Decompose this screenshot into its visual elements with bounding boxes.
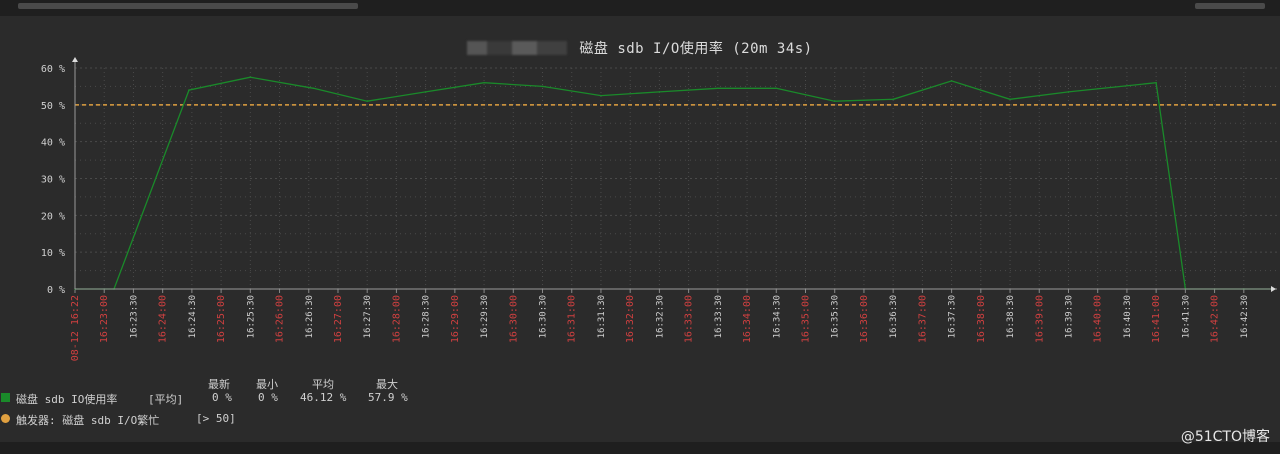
toolbar-redacted-text [18,3,358,9]
data-point [833,100,836,102]
x-tick-label: 16:38:30 [1006,295,1016,338]
x-tick-label: 16:26:30 [305,295,315,338]
y-tick-label: 60 % [41,64,65,75]
x-tick-label: 16:37:00 [917,295,928,343]
bottom-bar [0,442,1280,454]
x-tick-label: 08-12 16:22 [70,295,81,361]
x-tick-label: 16:29:00 [450,295,461,343]
data-point [600,94,602,97]
x-tick-label: 16:25:30 [246,295,256,338]
data-point [775,87,778,90]
x-tick-label: 16:29:30 [480,295,490,338]
x-tick-label: 16:24:30 [188,295,198,338]
x-tick-label: 16:31:30 [597,295,607,338]
trigger-color-dot [1,414,10,423]
legend-header-max: 最大 [376,378,398,391]
x-tick-label: 16:30:00 [508,295,519,343]
x-tick-label: 16:38:00 [976,295,987,343]
data-point [950,80,953,82]
legend-header-avg: 平均 [312,378,334,391]
data-point [892,98,894,101]
legend-series-func: [平均] [148,393,184,406]
data-point [658,91,661,93]
data-point [1009,98,1011,101]
x-tick-label: 16:30:30 [539,295,549,338]
x-axis-arrow [1271,286,1276,292]
chart-axes [72,57,1277,292]
x-tick-label: 16:35:30 [831,295,841,338]
data-point [541,85,544,88]
y-tick-label: 40 % [41,138,65,149]
chart-legend: 最新 最小 平均 最大 磁盘 sdb IO使用率 [平均] 0 % 0 % 46… [0,374,600,434]
data-point [366,100,369,102]
data-point [249,76,252,79]
legend-series-latest: 0 % [212,391,232,404]
x-axis-ticks: 08-12 16:22 16:23:00 16:23:30 16:24:00 16:24… [70,289,1250,361]
x-tick-label: 16:33:30 [714,295,724,338]
x-tick-label: 16:34:00 [742,295,753,343]
y-tick-label: 0 % [47,285,65,296]
data-point [1155,81,1157,84]
data-point [188,89,190,91]
toolbar-redacted-controls [1195,3,1265,9]
data-point [1067,91,1070,93]
x-tick-label: 16:26:00 [275,295,286,343]
top-toolbar [0,0,1280,16]
y-tick-label: 10 % [41,248,65,259]
y-tick-label: 20 % [41,211,65,222]
x-tick-label: 16:36:00 [859,295,870,343]
y-axis-arrow [72,57,78,62]
x-tick-label: 16:40:30 [1123,295,1133,338]
data-point [312,87,315,90]
series-color-swatch [1,393,10,402]
legend-series-label: 磁盘 sdb IO使用率 [16,393,118,406]
legend-series-max: 57.9 % [368,391,408,404]
x-tick-label: 16:35:00 [801,295,812,343]
x-tick-label: 16:23:00 [99,295,110,343]
x-tick-label: 16:40:00 [1093,295,1104,343]
x-tick-label: 16:34:30 [772,295,782,338]
legend-trigger-label: 触发器: 磁盘 sdb I/O繁忙 [16,414,160,427]
legend-series-avg: 46.12 % [300,391,347,404]
series-polyline [75,76,1273,290]
x-tick-label: 16:39:00 [1034,295,1045,343]
data-point [424,91,427,93]
x-tick-label: 16:27:00 [333,295,344,343]
x-tick-label: 16:28:00 [391,295,402,343]
x-tick-label: 16:41:30 [1181,295,1191,338]
chart-grid [74,67,1277,290]
legend-header-latest: 最新 [208,378,230,391]
x-tick-label: 16:39:30 [1064,295,1074,338]
line-chart: 60 % 50 % 40 % 30 % 20 % 10 % 0 % 08-12 16:22 1… [41,57,1277,361]
y-axis-ticks: 60 % 50 % 40 % 30 % 20 % 10 % 0 % [41,64,65,296]
x-tick-label: 16:23:30 [129,295,139,338]
x-tick-label: 16:25:00 [216,295,227,343]
x-tick-label: 16:42:30 [1240,295,1250,338]
series-line [74,76,1274,290]
x-tick-label: 16:32:00 [625,295,636,343]
legend-trigger-condition: [> 50] [196,412,236,425]
legend-series-min: 0 % [258,391,278,404]
legend-header-min: 最小 [256,378,278,391]
x-tick-label: 16:27:30 [363,295,373,338]
x-tick-label: 16:24:00 [158,295,169,343]
x-tick-label: 16:42:00 [1210,295,1221,343]
watermark: @51CTO博客 [1180,429,1270,445]
x-tick-label: 16:41:00 [1151,295,1162,343]
y-tick-label: 50 % [41,101,65,112]
data-point [717,87,719,90]
x-tick-label: 16:28:30 [422,295,432,338]
x-tick-label: 16:31:00 [567,295,578,343]
x-tick-label: 16:36:30 [889,295,899,338]
x-tick-label: 16:37:30 [948,295,958,338]
y-tick-label: 30 % [41,175,65,186]
data-point [483,81,485,84]
x-tick-label: 16:33:00 [684,295,695,343]
x-tick-label: 16:32:30 [655,295,665,338]
